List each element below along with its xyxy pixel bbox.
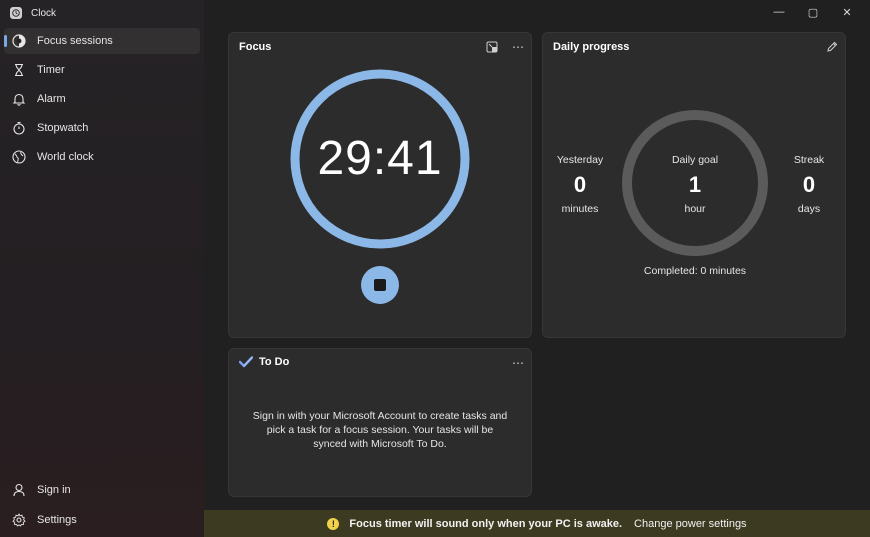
streak-unit: days bbox=[797, 203, 821, 215]
daily-goal-stat: Daily goal 1 hour bbox=[660, 154, 730, 215]
daily-goal-unit: hour bbox=[684, 203, 706, 215]
daily-goal-label: Daily goal bbox=[671, 154, 719, 166]
todo-card-header: To Do bbox=[239, 356, 289, 368]
daily-progress-card: Daily progress Yesterday 0 minutes Daily… bbox=[542, 32, 846, 338]
yesterday-stat: Yesterday 0 minutes bbox=[545, 154, 615, 215]
main-content: — ▢ ✕ Focus ⋯ 29:41 Daily progress Yeste… bbox=[204, 0, 870, 537]
compact-overlay-button[interactable] bbox=[483, 39, 501, 55]
streak-label: Streak bbox=[793, 154, 825, 166]
stop-button[interactable] bbox=[361, 266, 399, 304]
focus-card: Focus ⋯ 29:41 bbox=[228, 32, 532, 338]
edit-goal-button[interactable] bbox=[823, 39, 841, 55]
todo-more-options-button[interactable]: ⋯ bbox=[509, 355, 527, 371]
more-options-button[interactable]: ⋯ bbox=[509, 39, 527, 55]
change-power-settings-link[interactable]: Change power settings bbox=[634, 518, 747, 530]
hourglass-icon bbox=[12, 63, 26, 77]
banner-message: Focus timer will sound only when your PC… bbox=[349, 517, 623, 530]
streak-value: 0 bbox=[802, 172, 816, 197]
clock-app-icon bbox=[10, 7, 22, 19]
pencil-icon bbox=[827, 41, 838, 52]
sidebar-item-label: Sign in bbox=[37, 484, 71, 496]
globe-icon bbox=[12, 150, 26, 164]
bell-icon bbox=[12, 92, 26, 106]
power-warning-banner: ! Focus timer will sound only when your … bbox=[204, 510, 870, 537]
sidebar-item-label: World clock bbox=[37, 151, 94, 163]
sidebar-item-focus-sessions[interactable]: Focus sessions bbox=[4, 28, 200, 54]
focus-icon bbox=[12, 34, 26, 48]
person-icon bbox=[12, 483, 26, 497]
more-icon: ⋯ bbox=[512, 40, 524, 54]
daily-progress-title: Daily progress bbox=[553, 41, 630, 53]
focus-card-title: Focus bbox=[239, 41, 272, 53]
app-title-bar: Clock bbox=[10, 5, 56, 21]
sidebar-item-label: Alarm bbox=[37, 93, 66, 105]
sidebar-item-label: Stopwatch bbox=[37, 122, 89, 134]
gear-icon bbox=[12, 513, 26, 527]
sidebar-item-label: Focus sessions bbox=[37, 35, 113, 47]
sidebar-item-world-clock[interactable]: World clock bbox=[4, 144, 200, 170]
sidebar-item-label: Timer bbox=[37, 64, 65, 76]
todo-sign-in-message: Sign in with your Microsoft Account to c… bbox=[252, 410, 508, 450]
minimize-button[interactable]: — bbox=[762, 2, 796, 22]
sidebar-item-label: Settings bbox=[37, 514, 77, 526]
sidebar-item-alarm[interactable]: Alarm bbox=[4, 86, 200, 112]
close-button[interactable]: ✕ bbox=[830, 2, 864, 22]
yesterday-label: Yesterday bbox=[556, 154, 604, 166]
app-title: Clock bbox=[31, 7, 57, 19]
stopwatch-icon bbox=[12, 121, 26, 135]
maximize-button[interactable]: ▢ bbox=[796, 2, 830, 22]
sidebar-item-sign-in[interactable]: Sign in bbox=[4, 477, 200, 503]
warning-icon: ! bbox=[327, 517, 340, 530]
yesterday-unit: minutes bbox=[561, 203, 599, 215]
sidebar-item-timer[interactable]: Timer bbox=[4, 57, 200, 83]
stop-icon bbox=[374, 279, 386, 291]
sidebar-item-stopwatch[interactable]: Stopwatch bbox=[4, 115, 200, 141]
todo-check-icon bbox=[239, 356, 253, 368]
pop-out-icon bbox=[486, 41, 498, 53]
todo-card-title: To Do bbox=[259, 356, 290, 368]
timer-display: 29:41 bbox=[317, 132, 443, 185]
todo-card: To Do ⋯ Sign in with your Microsoft Acco… bbox=[228, 348, 532, 497]
sidebar: Clock Focus sessions Timer Alarm Stopwat… bbox=[0, 0, 204, 537]
window-controls: — ▢ ✕ bbox=[762, 2, 864, 22]
completed-text: Completed: 0 minutes bbox=[643, 265, 747, 277]
sidebar-item-settings[interactable]: Settings bbox=[4, 507, 200, 533]
yesterday-value: 0 bbox=[573, 172, 587, 197]
more-icon: ⋯ bbox=[512, 356, 524, 370]
streak-stat: Streak 0 days bbox=[774, 154, 844, 215]
daily-goal-value: 1 bbox=[688, 172, 702, 197]
